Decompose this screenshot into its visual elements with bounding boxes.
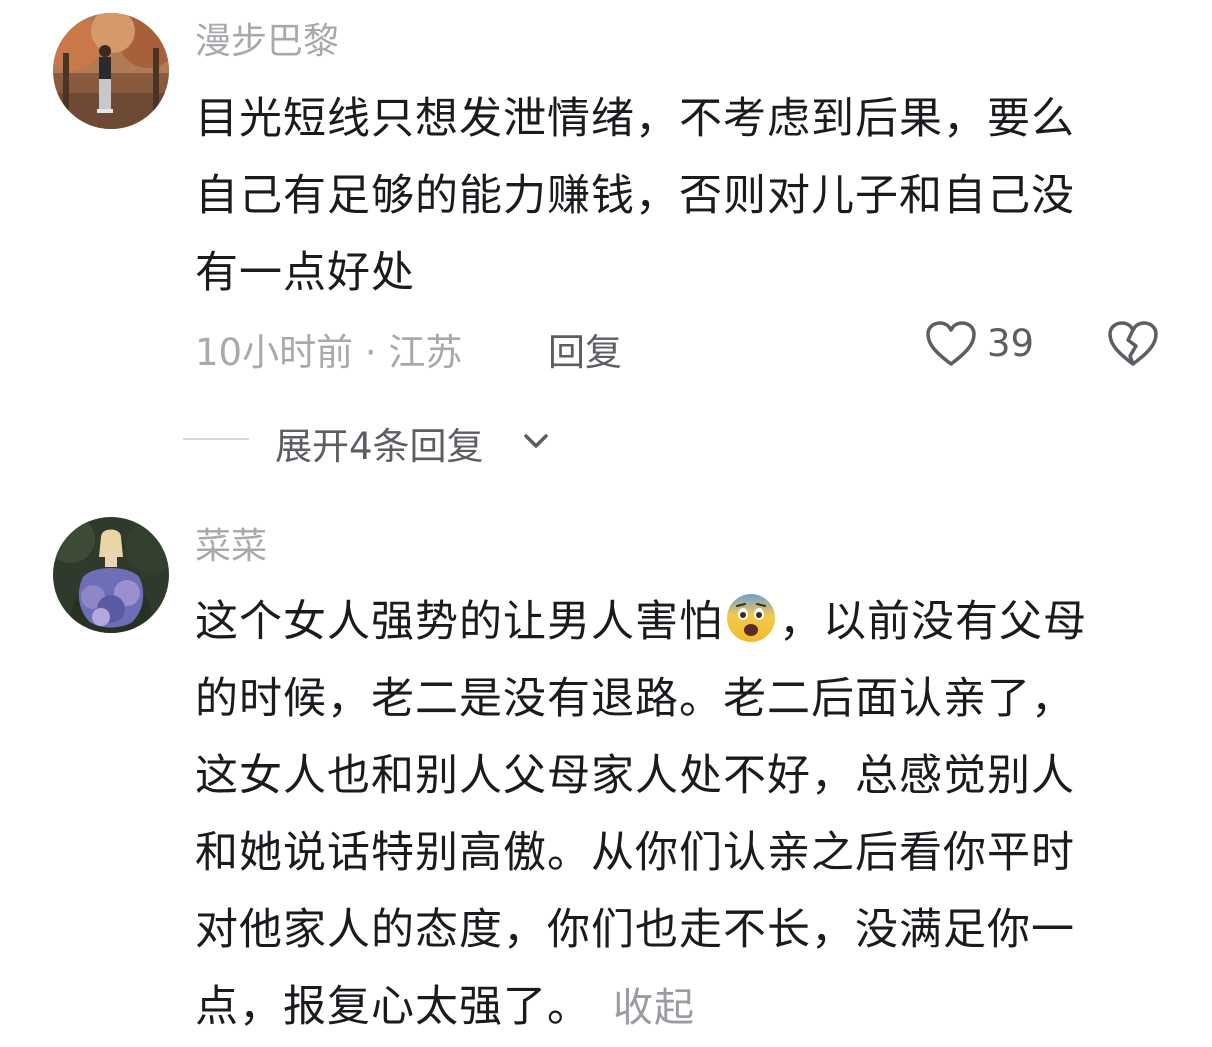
comment-text-segment: 点，报复心太强了。 (195, 982, 591, 1032)
comment-text-line: 自己有足够的能力赚钱，否则对儿子和自己没 (195, 171, 1075, 221)
expand-replies-label: 展开4条回复 (275, 425, 484, 468)
comment-username[interactable]: 漫步巴黎 (195, 20, 339, 64)
comment-text-line: 这个女人强势的让男人害怕 ，以前没有父母 (195, 584, 1175, 661)
avatar[interactable] (53, 517, 169, 633)
avatar[interactable] (53, 13, 169, 129)
avatar-image (53, 13, 169, 129)
comment-text-line: 和她说话特别高傲。从你们认亲之后看你平时 (195, 828, 1075, 878)
comment-text-line: 对他家人的态度，你们也走不长，没满足你一 (195, 905, 1075, 955)
comment-text-line: 目光短线只想发泄情绪，不考虑到后果，要么 (195, 94, 1075, 144)
comment-text: 这个女人强势的让男人害怕 ，以前没有父母 的时候，老二是没有退路。老二后面认亲了… (195, 584, 1175, 1046)
avatar-image (53, 517, 169, 633)
comment-text-line: 点，报复心太强了。 收起 (195, 969, 1175, 1046)
reply-button[interactable]: 回复 (548, 322, 622, 376)
heart-outline-icon[interactable] (925, 320, 977, 368)
broken-heart-icon[interactable] (1107, 320, 1159, 368)
comment-text-line: 有一点好处 (195, 248, 415, 298)
comment-text-segment: 这个女人强势的让男人害怕 (195, 597, 723, 647)
comment-text-line: 这女人也和别人父母家人处不好，总感觉别人 (195, 751, 1075, 801)
fearful-face-emoji-icon (727, 594, 775, 642)
comment-text: 目光短线只想发泄情绪，不考虑到后果，要么 自己有足够的能力赚钱，否则对儿子和自己… (195, 81, 1175, 312)
collapse-button[interactable]: 收起 (613, 985, 695, 1031)
comment-time-location: 10小时前 · 江苏 (195, 331, 463, 374)
comment-meta: 10小时前 · 江苏 回复 39 (195, 318, 1175, 374)
like-count: 39 (987, 322, 1035, 365)
comment-text-segment: ，以前没有父母 (779, 597, 1087, 647)
chevron-down-icon (524, 434, 548, 448)
comment-text-line: 的时候，老二是没有退路。老二后面认亲了， (195, 674, 1075, 724)
comment-username[interactable]: 菜菜 (195, 525, 267, 569)
divider (183, 438, 249, 440)
